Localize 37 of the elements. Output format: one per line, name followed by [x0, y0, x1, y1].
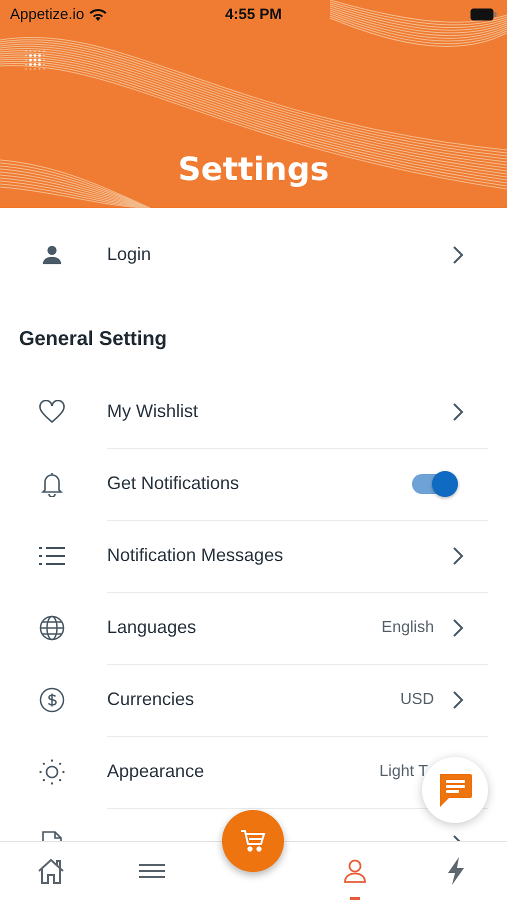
carrier-label: Appetize.io	[10, 6, 84, 22]
person-icon	[41, 244, 63, 266]
battery-icon	[470, 8, 497, 20]
row-label[interactable]: Languages	[107, 617, 382, 638]
row-value: USD	[400, 690, 434, 708]
chevron-icon	[452, 690, 464, 710]
chevron-icon	[452, 402, 464, 422]
chat-icon	[437, 772, 473, 808]
row-label[interactable]: Appearance	[107, 761, 380, 782]
row-value: Light T	[379, 762, 428, 780]
list-icon	[39, 546, 65, 566]
row-label[interactable]: Login	[107, 244, 452, 265]
grid-dots-icon	[23, 48, 47, 72]
row-value: English	[382, 618, 434, 636]
globe-icon	[39, 615, 65, 641]
dollar-icon	[39, 687, 65, 713]
row-label[interactable]: Get Notifications	[107, 473, 412, 494]
chevron-icon	[452, 244, 464, 264]
cart-button[interactable]	[222, 810, 284, 872]
wifi-icon	[89, 8, 108, 20]
row-label[interactable]: Currencies	[107, 689, 400, 710]
profile-icon	[342, 858, 367, 884]
home-icon	[36, 858, 65, 884]
section-title: General Setting	[19, 328, 167, 350]
cart-icon	[240, 829, 266, 853]
toggle-switch[interactable]	[412, 474, 456, 494]
chevron-icon	[452, 546, 464, 566]
row-label[interactable]: Notification Messages	[107, 545, 452, 566]
page-title: Settings	[178, 150, 330, 188]
status-time: 4:55 PM	[224, 6, 283, 22]
lightning-icon	[446, 857, 466, 885]
bell-icon	[40, 471, 64, 497]
menu-icon	[139, 863, 166, 879]
sun-icon	[39, 759, 65, 785]
row-label[interactable]: My Wishlist	[107, 401, 452, 422]
heart-icon	[39, 400, 65, 424]
chevron-icon	[452, 618, 464, 638]
